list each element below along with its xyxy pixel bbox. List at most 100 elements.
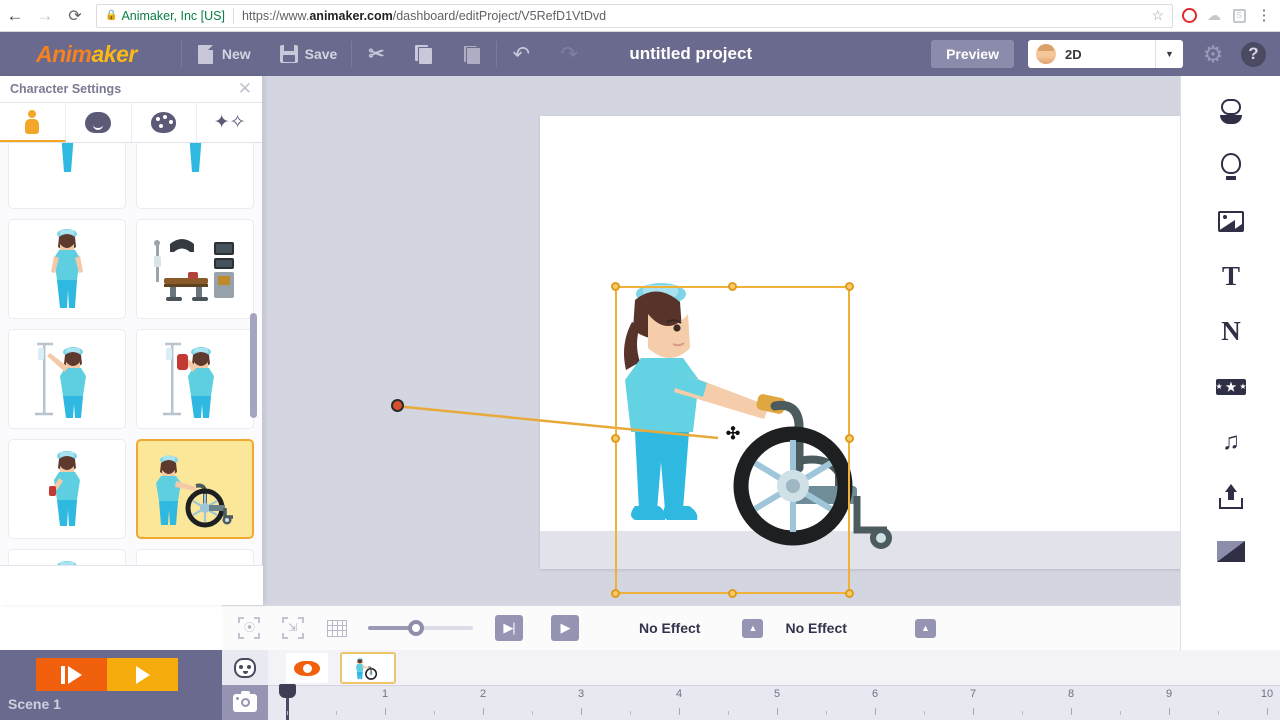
scene-label: Scene 1 <box>8 696 61 712</box>
list-item[interactable] <box>8 219 126 319</box>
tab-face[interactable] <box>65 103 132 142</box>
tab-effects[interactable]: ✦✧ <box>197 103 262 142</box>
tab-camera-track[interactable] <box>222 685 268 720</box>
list-item[interactable] <box>8 329 126 429</box>
wheelchair <box>733 400 892 549</box>
mode-label: 2D <box>1065 46 1082 62</box>
play-button[interactable] <box>107 658 178 691</box>
ruler-tick-label: 5 <box>773 688 781 700</box>
reload-icon[interactable]: ⟳ <box>60 0 90 32</box>
opera-icon[interactable] <box>1181 8 1197 24</box>
back-arrow-icon[interactable]: ← <box>0 0 30 32</box>
list-item[interactable] <box>136 143 254 209</box>
panel-footer <box>0 565 263 605</box>
timeline-tabs <box>222 650 268 720</box>
list-item[interactable] <box>136 219 254 319</box>
sidebar-item-text[interactable]: T <box>1181 249 1280 304</box>
upload-icon <box>1218 484 1244 509</box>
project-title[interactable]: untitled project <box>629 44 752 64</box>
ruler-tick-label: 6 <box>871 688 879 700</box>
timeline-track-strip[interactable] <box>268 650 1280 685</box>
url-path: /dashboard/editProject/V5RefD1VtDvd <box>392 8 607 23</box>
list-item[interactable] <box>136 329 254 429</box>
object-toolbar: ⦿ ⇲ ▶| ▶ No Effect ▲ No Effect ▲ <box>222 605 1180 650</box>
kebab-menu-icon[interactable]: ⋮ <box>1256 8 1272 24</box>
scissors-icon: ✂ <box>368 43 385 65</box>
sidebar-item-music[interactable]: ♫ <box>1181 414 1280 469</box>
mode-dropdown[interactable]: 2D ▼ <box>1028 40 1183 68</box>
nurse-blood-bag <box>163 342 214 418</box>
path-anchor-point[interactable] <box>391 399 404 412</box>
star-icon[interactable]: ☆ <box>1151 7 1164 24</box>
panel-scrollbar[interactable] <box>250 313 257 418</box>
redo-button[interactable]: ↷ <box>545 32 593 76</box>
bulb-icon <box>1220 153 1242 180</box>
animaker-logo[interactable]: Animaker <box>36 41 137 68</box>
app-toolbar: Animaker New Save ✂ ↶ ↷ untitled project… <box>0 32 1280 76</box>
ruler-tick-label: 7 <box>969 688 977 700</box>
save-button[interactable]: Save <box>265 32 352 76</box>
lock-icon: 🔒 <box>105 10 118 21</box>
nurse-legs-partial <box>61 143 74 172</box>
preview-button[interactable]: Preview <box>931 40 1014 68</box>
chevron-down-icon[interactable]: ▼ <box>1155 40 1183 68</box>
sidebar-item-effects[interactable]: ★ ★ ★ <box>1181 359 1280 414</box>
cloud-icon[interactable]: ☁ <box>1206 7 1222 24</box>
help-icon[interactable]: ? <box>1241 41 1266 67</box>
canvas-workspace[interactable]: ✣ <box>263 76 1280 605</box>
tab-color[interactable] <box>131 103 198 142</box>
sidebar-item-upload[interactable] <box>1181 469 1280 524</box>
palette-icon <box>151 112 177 133</box>
thumbnail-scroll-area[interactable] <box>0 143 262 603</box>
list-item[interactable] <box>8 143 126 209</box>
zoom-slider[interactable] <box>368 618 473 638</box>
nurse-clipboard <box>49 451 80 526</box>
fit-to-screen-icon[interactable]: ⇲ <box>276 613 310 643</box>
exit-effect-dropdown[interactable]: ▲ <box>914 618 936 638</box>
timeline-bar: Scene 1 1 2 3 4 5 6 7 8 9 10 <box>0 650 1280 720</box>
visibility-toggle[interactable] <box>286 653 328 683</box>
ruler-tick-label: 2 <box>479 688 487 700</box>
timeline-clip[interactable] <box>340 652 396 684</box>
entry-effect-icon[interactable]: ▶| <box>495 615 523 641</box>
list-item[interactable] <box>136 439 254 539</box>
ruler-tick-label: 9 <box>1165 688 1173 700</box>
sidebar-item-background[interactable] <box>1181 524 1280 579</box>
gear-icon[interactable]: ⚙ <box>1201 41 1225 67</box>
grid-icon[interactable] <box>320 613 354 643</box>
panel-tabs: ✦✧ <box>0 103 262 143</box>
forward-arrow-icon[interactable]: → <box>30 0 60 32</box>
close-icon[interactable]: ✕ <box>238 79 252 99</box>
extensions-tray: ☁ S ⋮ <box>1181 7 1280 24</box>
nurse-pushing-wheelchair <box>624 283 786 520</box>
browser-chrome-bar: ← → ⟳ 🔒 Animaker, Inc [US] https://www.a… <box>0 0 1280 32</box>
undo-button[interactable]: ↶ <box>497 32 545 76</box>
new-button[interactable]: New <box>182 32 265 76</box>
tab-body[interactable] <box>0 103 66 142</box>
sidebar-item-image[interactable] <box>1181 194 1280 249</box>
screenshot-icon[interactable]: S <box>1231 8 1247 24</box>
page-title: Character Settings <box>10 82 122 96</box>
timeline-ruler[interactable]: 1 2 3 4 5 6 7 8 9 10 <box>268 684 1280 720</box>
sidebar-item-prop[interactable] <box>1181 139 1280 194</box>
ruler-tick-label: 1 <box>381 688 389 700</box>
nurse-wheelchair-clip <box>356 657 378 680</box>
list-item[interactable] <box>8 439 126 539</box>
paste-button[interactable] <box>448 32 496 76</box>
exit-effect-icon[interactable]: ▶ <box>551 615 579 641</box>
cut-button[interactable]: ✂ <box>352 32 400 76</box>
panel-header: Character Settings ✕ <box>0 76 262 103</box>
zoom-slider-knob[interactable] <box>408 620 424 636</box>
copy-button[interactable] <box>400 32 448 76</box>
paste-icon <box>462 44 482 64</box>
entry-effect-dropdown[interactable]: ▲ <box>742 618 764 638</box>
sidebar-item-number[interactable]: N <box>1181 304 1280 359</box>
center-object-icon[interactable]: ⦿ <box>232 613 266 643</box>
step-play-button[interactable] <box>36 658 107 691</box>
tab-character-track[interactable] <box>222 650 268 685</box>
address-bar[interactable]: 🔒 Animaker, Inc [US] https://www.animake… <box>96 3 1173 28</box>
magic-wand-icon: ✦✧ <box>213 112 246 133</box>
character-settings-panel: Character Settings ✕ ✦✧ <box>0 76 263 605</box>
avatar <box>1036 44 1056 64</box>
sidebar-item-character[interactable] <box>1181 84 1280 139</box>
